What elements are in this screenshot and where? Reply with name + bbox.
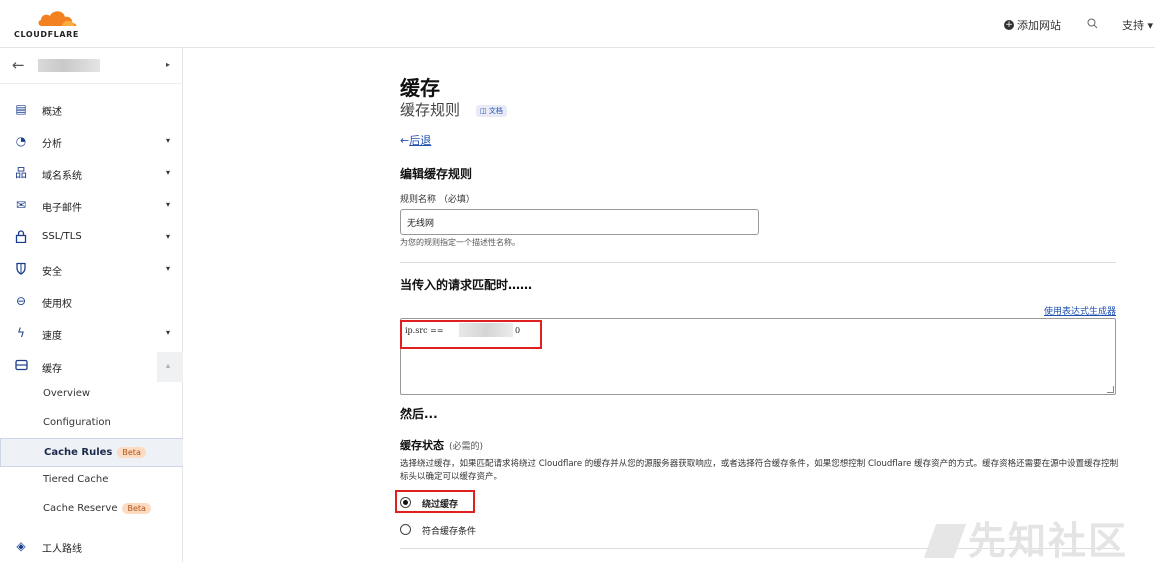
sidebar-item-access[interactable]: ⊖ 使用权 bbox=[0, 287, 183, 317]
docs-link[interactable]: ◫ 文档 bbox=[476, 105, 507, 117]
back-label: 后退 bbox=[409, 134, 432, 147]
cloud-icon bbox=[38, 11, 77, 26]
sidebar-item-label: 工人路线 bbox=[42, 544, 82, 555]
resize-handle[interactable] bbox=[1107, 386, 1114, 393]
sidebar-subitem-overview[interactable]: Overview bbox=[0, 380, 183, 409]
sidebar-subitem-label: Overview bbox=[43, 388, 91, 399]
sidebar-subitem-label: Cache Reserve Beta bbox=[43, 503, 151, 514]
cache-rules-label: Cache Rules bbox=[44, 447, 113, 458]
sidebar-item-label: 分析 bbox=[42, 139, 62, 150]
page-subtitle: 缓存规则 bbox=[400, 101, 461, 119]
chevron-down-icon: ▾ bbox=[166, 168, 171, 177]
plus-icon: + bbox=[1003, 20, 1014, 30]
cache-status-label: 缓存状态 (必需的) bbox=[400, 437, 483, 453]
sidebar-item-security[interactable]: 安全 ▾ bbox=[0, 255, 183, 285]
sidebar-item-workers-routes[interactable]: ◈ 工人路线 bbox=[0, 532, 183, 562]
zone-name-redacted bbox=[38, 59, 100, 72]
zone-selector[interactable]: ← ▸ bbox=[0, 48, 183, 84]
clock-icon: ◔ bbox=[15, 134, 27, 148]
beta-badge: Beta bbox=[122, 503, 151, 514]
sidebar-item-dns[interactable]: 品 域名系统 ▾ bbox=[0, 159, 183, 189]
lightning-icon: ϟ bbox=[17, 326, 25, 340]
sidebar-item-analytics[interactable]: ◔ 分析 ▾ bbox=[0, 127, 183, 157]
radio-selected[interactable] bbox=[400, 497, 411, 508]
sidebar: ← ▸ ▤ 概述 ◔ 分析 ▾ 品 域名系统 ▾ ✉ 电子邮件 ▾ SSL/TL… bbox=[0, 48, 183, 562]
sidebar-subitem-tiered-cache[interactable]: Tiered Cache bbox=[0, 466, 183, 495]
required-hint: (必需的) bbox=[449, 442, 484, 452]
workers-icon: ◈ bbox=[16, 539, 26, 553]
sidebar-item-label: 域名系统 bbox=[42, 171, 82, 182]
search-icon[interactable] bbox=[1087, 18, 1098, 32]
sidebar-item-email[interactable]: ✉ 电子邮件 ▾ bbox=[0, 191, 183, 221]
chevron-down-icon: ▾ bbox=[166, 232, 171, 241]
option-label: 绕过缓存 bbox=[422, 500, 459, 510]
sidebar-subitem-label: Configuration bbox=[43, 417, 111, 428]
sidebar-subitem-label: Tiered Cache bbox=[43, 474, 109, 485]
rule-name-help: 为您的规则指定一个描述性名称。 bbox=[400, 238, 520, 247]
sidebar-item-label: 使用权 bbox=[42, 299, 72, 310]
chevron-down-icon: ▾ bbox=[166, 264, 171, 273]
sidebar-item-label: 安全 bbox=[42, 267, 62, 278]
sidebar-item-label: 速度 bbox=[42, 331, 62, 342]
chevron-down-icon: ▾ bbox=[166, 136, 171, 145]
divider bbox=[400, 262, 1116, 263]
sidebar-subitem-label: Cache Rules Beta bbox=[44, 447, 146, 458]
support-menu[interactable]: 支持 ▾ bbox=[1122, 17, 1153, 33]
beta-badge: Beta bbox=[117, 447, 146, 458]
sidebar-item-overview[interactable]: ▤ 概述 bbox=[0, 95, 183, 125]
lock-icon bbox=[14, 230, 28, 244]
cloudflare-logo[interactable]: CLOUDFLARE bbox=[14, 8, 94, 42]
back-arrow-icon: ← bbox=[400, 134, 410, 147]
sidebar-item-label: 概述 bbox=[42, 107, 62, 118]
top-actions: + 添加网站 支持 ▾ bbox=[1003, 16, 1155, 34]
sidebar-item-label: 电子邮件 bbox=[42, 203, 82, 214]
chevron-up-icon: ▴ bbox=[166, 361, 171, 370]
add-site-button[interactable]: + 添加网站 bbox=[1003, 17, 1061, 33]
watermark-text: 先知社区 bbox=[968, 519, 1129, 562]
sidebar-item-speed[interactable]: ϟ 速度 ▾ bbox=[0, 319, 183, 349]
cache-reserve-label: Cache Reserve bbox=[43, 503, 118, 514]
watermark-mark bbox=[923, 524, 967, 558]
sidebar-item-label: SSL/TLS bbox=[42, 231, 82, 242]
sidebar-subitem-configuration[interactable]: Configuration bbox=[0, 409, 183, 438]
match-title: 当传入的请求匹配时…… bbox=[400, 278, 533, 292]
chevron-down-icon: ▾ bbox=[166, 200, 171, 209]
document-icon: ▤ bbox=[15, 102, 27, 116]
edit-rule-title: 编辑缓存规则 bbox=[400, 167, 473, 181]
cache-icon bbox=[14, 359, 28, 373]
sidebar-item-ssl-tls[interactable]: SSL/TLS ▾ bbox=[0, 223, 183, 253]
radio-unselected[interactable] bbox=[400, 524, 411, 535]
expression-builder-link[interactable]: 使用表达式生成器 bbox=[1044, 304, 1116, 317]
expression-editor[interactable]: ip.src == 0 bbox=[400, 318, 1116, 395]
back-arrow-icon[interactable]: ← bbox=[12, 56, 25, 74]
highlight-box bbox=[400, 320, 542, 349]
caret-right-icon: ▸ bbox=[166, 60, 171, 69]
cache-status-text: 缓存状态 bbox=[400, 439, 444, 452]
watermark: 先知社区 bbox=[923, 510, 1128, 562]
email-icon: ✉ bbox=[15, 198, 27, 212]
main-content: 缓存 缓存规则 ◫ 文档 ←后退 编辑缓存规则 规则名称 （必填） 为您的规则指… bbox=[184, 48, 1155, 562]
chevron-down-icon: ▾ bbox=[166, 328, 171, 337]
rule-name-label: 规则名称 （必填） bbox=[400, 195, 475, 205]
shield-icon bbox=[14, 262, 28, 276]
cache-status-description: 选择绕过缓存，如果匹配请求将绕过 Cloudflare 的缓存并从您的源服务器获… bbox=[400, 459, 1119, 482]
then-title: 然后... bbox=[400, 407, 438, 421]
network-icon: 品 bbox=[14, 166, 27, 180]
add-site-label: 添加网站 bbox=[1016, 19, 1061, 32]
rule-name-input[interactable] bbox=[400, 209, 759, 235]
access-icon: ⊖ bbox=[15, 294, 27, 308]
back-link[interactable]: ←后退 bbox=[400, 132, 431, 148]
option-label: 符合缓存条件 bbox=[422, 527, 477, 537]
sidebar-subitem-cache-reserve[interactable]: Cache Reserve Beta bbox=[0, 495, 183, 524]
sidebar-item-caching[interactable]: 缓存 ▴ bbox=[0, 352, 183, 382]
sidebar-subitem-cache-rules[interactable]: Cache Rules Beta bbox=[0, 438, 183, 467]
page-title: 缓存 bbox=[400, 76, 440, 100]
sidebar-item-label: 缓存 bbox=[42, 364, 62, 375]
top-bar: CLOUDFLARE + 添加网站 支持 ▾ bbox=[0, 0, 1155, 48]
